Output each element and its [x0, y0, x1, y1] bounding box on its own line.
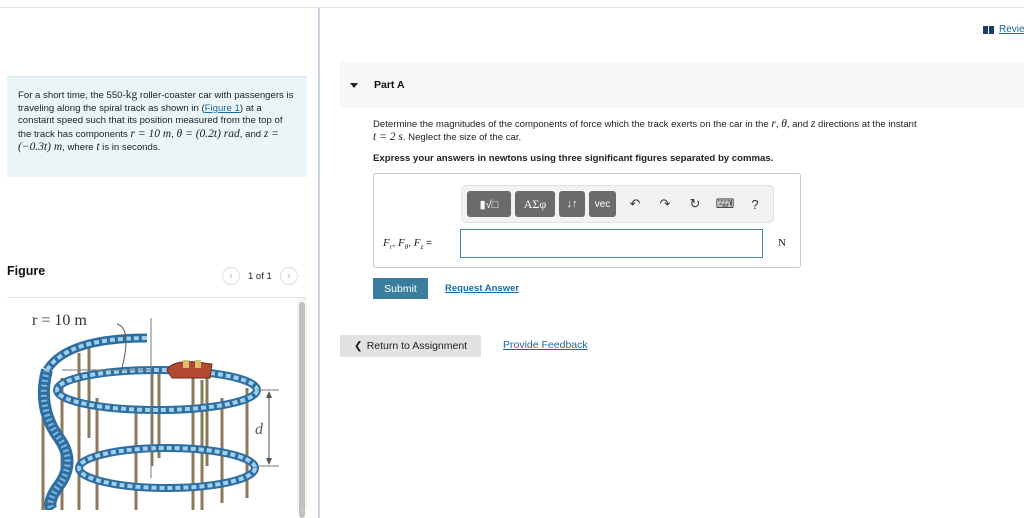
separator: , and: [786, 119, 811, 130]
provide-feedback-link[interactable]: Provide Feedback: [503, 339, 588, 351]
return-label: Return to Assignment: [366, 340, 468, 352]
review-label[interactable]: Revie: [999, 24, 1024, 35]
chevron-left-icon: ❮: [353, 340, 363, 352]
figure-scrollbar-thumb[interactable]: [299, 302, 305, 518]
d-label: d: [255, 421, 264, 438]
roller-coaster-car: [166, 360, 213, 379]
problem-text: For a short time, the 550-: [18, 90, 126, 101]
problem-statement: For a short time, the 550-kg roller-coas…: [7, 76, 307, 177]
request-answer-link[interactable]: Request Answer: [445, 283, 519, 294]
radius-label: r = 10 m: [32, 312, 87, 329]
time-equation: t = 2 s: [373, 131, 403, 143]
F-symbol: F: [413, 237, 421, 249]
math-toolbar: ▮√□ ΑΣφ ↓↑ vec ↶ ↷ ↻ ⌨ ?: [461, 185, 774, 223]
answer-input[interactable]: [460, 229, 763, 258]
F-symbol: F: [398, 237, 405, 249]
arrows-button[interactable]: ↓↑: [559, 191, 585, 217]
question-text: Determine the magnitudes of the componen…: [373, 118, 1013, 144]
greek-symbols-button[interactable]: ΑΣφ: [515, 191, 555, 217]
review-link[interactable]: Revie: [983, 24, 1024, 35]
figure-link[interactable]: Figure 1: [205, 103, 240, 114]
answer-label: Fr, Fθ, Fz =: [383, 237, 432, 251]
help-button[interactable]: ?: [740, 191, 770, 217]
figure-pager: ‹ 1 of 1 ›: [222, 267, 298, 285]
submit-button[interactable]: Submit: [373, 278, 428, 299]
vector-button[interactable]: vec: [589, 191, 616, 217]
question-segment: directions at the instant: [815, 119, 917, 130]
book-icon: [983, 25, 995, 34]
figure-image: r = 10 m d: [7, 298, 297, 510]
top-border: [0, 7, 1024, 8]
r-equation: r = 10 m: [130, 127, 172, 140]
question-segment: Determine the magnitudes of the componen…: [373, 119, 772, 130]
part-title: Part A: [374, 79, 405, 91]
return-to-assignment-button[interactable]: ❮ Return to Assignment: [340, 335, 481, 357]
problem-text: , where: [62, 142, 97, 154]
chevron-left-icon: ‹: [229, 270, 233, 282]
unit-label: N: [778, 237, 786, 249]
caret-down-icon[interactable]: [350, 82, 358, 88]
figure-title: Figure: [7, 264, 46, 278]
F-symbol: F: [383, 237, 390, 249]
roller-coaster-diagram: r = 10 m d: [32, 312, 279, 510]
pane-divider[interactable]: [318, 8, 320, 518]
separator: , and: [239, 128, 264, 140]
next-figure-button[interactable]: ›: [279, 267, 298, 285]
part-a-header[interactable]: Part A: [340, 62, 1024, 108]
keyboard-icon[interactable]: ⌨: [710, 191, 740, 217]
prev-figure-button[interactable]: ‹: [222, 267, 240, 285]
undo-icon[interactable]: ↶: [620, 191, 650, 217]
chevron-right-icon: ›: [286, 270, 291, 282]
answer-instruction: Express your answers in newtons using th…: [373, 153, 774, 164]
redo-icon[interactable]: ↷: [650, 191, 680, 217]
question-segment: . Neglect the size of the car.: [402, 132, 522, 143]
theta-equation: θ = (0.2t) rad: [176, 127, 240, 140]
mass-unit: kg: [125, 89, 138, 101]
answer-box: ▮√□ ΑΣφ ↓↑ vec ↶ ↷ ↻ ⌨ ? Fr, Fθ, Fz = N: [373, 173, 801, 268]
pager-text: 1 of 1: [248, 270, 272, 282]
equals-sign: =: [423, 238, 432, 249]
templates-button[interactable]: ▮√□: [467, 191, 511, 217]
reset-icon[interactable]: ↻: [680, 191, 710, 217]
problem-text: is in seconds.: [99, 142, 161, 154]
